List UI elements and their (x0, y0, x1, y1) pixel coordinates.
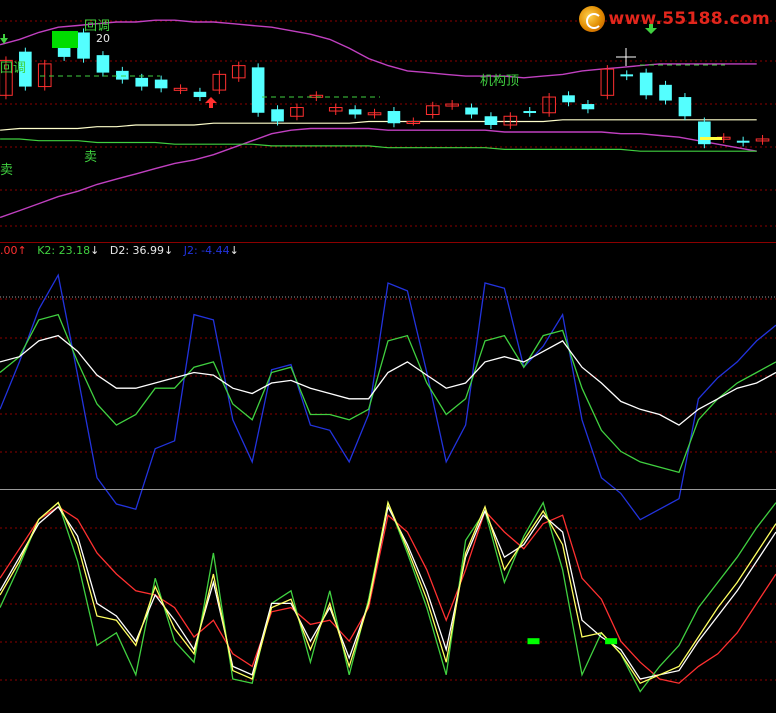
mid-line (0, 119, 757, 131)
candle-body (135, 77, 149, 87)
arrow-up-icon: ↑ (17, 244, 27, 257)
candle-body (251, 67, 265, 113)
series-line-1 (0, 500, 776, 693)
signal-candle (52, 31, 78, 48)
annotation-huitiao-2: 回调 (0, 61, 26, 76)
candle-body (96, 55, 110, 73)
candle-body (562, 95, 575, 103)
annotation-value-20: 20 (96, 32, 110, 45)
signal-bar (700, 137, 722, 140)
long-ma-line (0, 138, 757, 152)
arrow-down-icon: ↓ (229, 244, 239, 257)
indicator-legend: .00↑ K2: 23.18↓ D2: 36.99↓ J2: -4.44↓ (0, 244, 239, 258)
candle-body (387, 111, 401, 124)
arrow-down-icon: ↓ (164, 244, 174, 257)
annotation-mai-1: 卖 (0, 163, 13, 178)
lower-panel (0, 500, 776, 693)
price-panel (0, 19, 770, 219)
candle-body (465, 107, 478, 115)
legend-item-d2: D2: 36.99↓ (109, 244, 174, 257)
stock-chart: 回调 回调 20 机构顶 卖 卖 (0, 19, 776, 693)
boll-lower-line (0, 127, 757, 219)
series-line-0 (0, 273, 776, 521)
panel-separator-top (0, 242, 776, 243)
candle-body (271, 109, 284, 122)
buy-arrow-icon (205, 97, 217, 108)
series-line-3 (0, 500, 776, 685)
candle-body (348, 109, 362, 115)
candle-body (620, 74, 634, 77)
watermark-text: www.55188.com (608, 9, 770, 29)
candle-body (639, 72, 653, 96)
annotation-mai-2: 卖 (84, 150, 97, 165)
candle-body (154, 79, 168, 89)
series-line-2 (0, 334, 776, 426)
candle-body (698, 121, 711, 145)
candle-body (193, 91, 207, 98)
candle-body (736, 140, 750, 143)
signal-marker (527, 638, 540, 645)
candle-body (678, 97, 692, 117)
annotation-jigouding: 机构顶 (480, 74, 519, 89)
arrow-down-icon: ↓ (90, 244, 100, 257)
site-logo-icon (578, 6, 605, 32)
signal-marker (605, 638, 618, 645)
candle-body (581, 104, 595, 110)
legend-item-j2: J2: -4.44↓ (183, 244, 239, 257)
legend-item-k2: K2: 23.18↓ (37, 244, 100, 257)
panel-separator-bottom (0, 489, 776, 490)
candle-body (523, 111, 537, 114)
legend-item-prev: .00↑ (0, 244, 27, 257)
series-line-0 (0, 506, 776, 684)
candle-body (659, 84, 672, 101)
watermark: www.55188.com (578, 6, 770, 32)
candle-body (77, 32, 90, 59)
candle-body (116, 70, 129, 80)
series-line-2 (0, 504, 776, 680)
kdj-panel (0, 273, 776, 521)
candle-body (484, 116, 498, 125)
